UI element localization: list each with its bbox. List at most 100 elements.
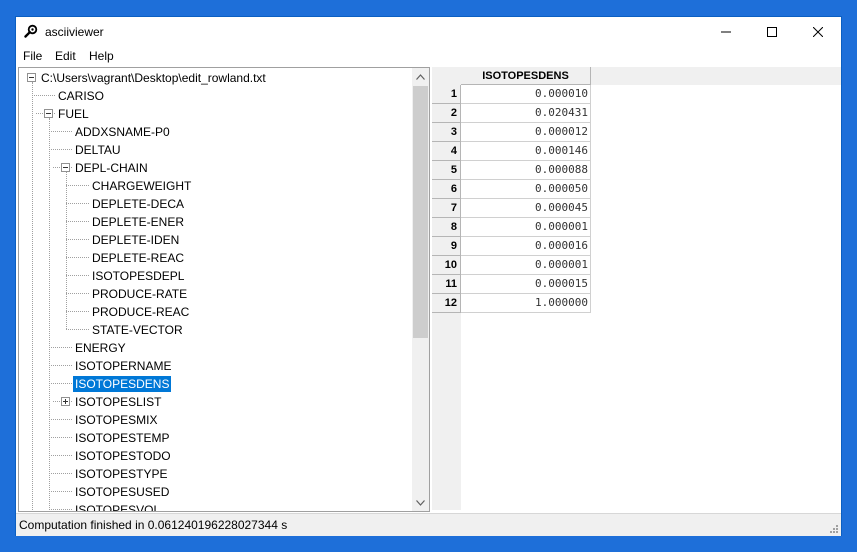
grid-cell[interactable]: 0.000146 (461, 142, 591, 161)
resize-grip-icon[interactable] (829, 524, 839, 534)
scroll-down-icon[interactable] (412, 494, 429, 511)
row-header[interactable]: 7 (432, 199, 461, 218)
grid-cell[interactable]: 0.000016 (461, 237, 591, 256)
tree-scrollbar[interactable] (412, 68, 429, 511)
tree-item-label: ISOTOPESDEPL (92, 269, 185, 283)
title-bar[interactable]: asciiviewer (16, 17, 841, 46)
grid-corner[interactable] (432, 67, 461, 85)
row-header[interactable]: 3 (432, 123, 461, 142)
tree-line (49, 365, 72, 366)
row-header[interactable]: 9 (432, 237, 461, 256)
tree-item-label: DELTAU (75, 143, 121, 157)
close-icon (813, 26, 823, 37)
tree-item[interactable]: STATE-VECTOR (90, 321, 185, 339)
tree-item[interactable]: DEPLETE-ENER (90, 213, 186, 231)
tree-item[interactable]: DELTAU (73, 141, 123, 159)
row-header[interactable]: 1 (432, 85, 461, 104)
tree-line (66, 172, 67, 329)
tree-line (49, 491, 72, 492)
tree-line (66, 239, 89, 240)
tree-line (49, 118, 50, 511)
tree-item-label: ISOTOPESTYPE (75, 467, 168, 481)
tree-item-label: DEPLETE-REAC (92, 251, 185, 265)
status-bar: Computation finished in 0.06124019622802… (16, 513, 841, 536)
tree-item-selected[interactable]: ISOTOPESDENS (73, 375, 172, 393)
status-text: Computation finished in 0.06124019622802… (19, 518, 288, 532)
row-header[interactable]: 6 (432, 180, 461, 199)
tree-item-label: PRODUCE-REAC (92, 305, 190, 319)
grid-cell[interactable]: 0.000001 (461, 218, 591, 237)
menu-edit[interactable]: Edit (55, 49, 76, 63)
row-header[interactable]: 10 (432, 256, 461, 275)
column-header[interactable]: ISOTOPESDENS (461, 67, 591, 85)
tree-line (49, 383, 72, 384)
tree-line (49, 455, 72, 456)
tree-item[interactable]: CHARGEWEIGHT (90, 177, 193, 195)
tree-item-label: PRODUCE-RATE (92, 287, 188, 301)
tree-item[interactable]: DEPL-CHAIN (73, 159, 150, 177)
tree-root-label: C:\Users\vagrant\Desktop\edit_rowland.tx… (41, 71, 266, 85)
tree-item[interactable]: ISOTOPESTEMP (73, 429, 171, 447)
tree-line (66, 257, 89, 258)
grid-cell[interactable]: 0.020431 (461, 104, 591, 123)
tree-item[interactable]: ISOTOPESTYPE (73, 465, 169, 483)
row-header[interactable]: 8 (432, 218, 461, 237)
grid-cell[interactable]: 0.000010 (461, 85, 591, 104)
grid-cell[interactable]: 0.000001 (461, 256, 591, 275)
tree-item[interactable]: ISOTOPESTODO (73, 447, 173, 465)
tree-item[interactable]: ENERGY (73, 339, 128, 357)
collapse-icon[interactable] (61, 163, 70, 172)
tree-item[interactable]: ISOTOPESVOL (73, 501, 162, 512)
tree-item[interactable]: FUEL (56, 105, 91, 123)
row-header[interactable]: 2 (432, 104, 461, 123)
tree-item[interactable]: DEPLETE-REAC (90, 249, 186, 267)
tree-item[interactable]: ADDXSNAME-P0 (73, 123, 172, 141)
maximize-button[interactable] (749, 17, 795, 46)
tree-item[interactable]: ISOTOPESUSED (73, 483, 171, 501)
grid-cell[interactable]: 0.000045 (461, 199, 591, 218)
tree-item-label: ISOTOPESUSED (75, 485, 170, 499)
tree-line (66, 311, 89, 312)
tree-item-label: ISOTOPESVOL (75, 503, 161, 512)
tree-item-label: CARISO (58, 89, 105, 103)
tree-item[interactable]: DEPLETE-DECA (90, 195, 186, 213)
tree-view[interactable]: C:\Users\vagrant\Desktop\edit_rowland.tx… (18, 67, 430, 512)
tree-item[interactable]: ISOTOPERNAME (73, 357, 173, 375)
grid-cell[interactable]: 0.000088 (461, 161, 591, 180)
grid-cell[interactable]: 0.000015 (461, 275, 591, 294)
grid-cell[interactable]: 1.000000 (461, 294, 591, 313)
grid-cell[interactable]: 0.000012 (461, 123, 591, 142)
collapse-icon[interactable] (27, 73, 36, 82)
tree-item[interactable]: ISOTOPESDEPL (90, 267, 186, 285)
row-header[interactable]: 5 (432, 161, 461, 180)
expand-icon[interactable] (61, 397, 70, 406)
tree-item-label: DEPLETE-IDEN (92, 233, 180, 247)
tree-item[interactable]: PRODUCE-RATE (90, 285, 189, 303)
tree-line (66, 185, 89, 186)
row-header[interactable]: 4 (432, 142, 461, 161)
tree-item[interactable]: DEPLETE-IDEN (90, 231, 181, 249)
close-button[interactable] (795, 17, 841, 46)
tree-line (66, 293, 89, 294)
scroll-up-icon[interactable] (412, 68, 429, 85)
tree-line (66, 203, 89, 204)
tree-item-label: ADDXSNAME-P0 (75, 125, 170, 139)
data-grid[interactable]: ISOTOPESDENS 1 0.000010 2 0.020431 3 0.0… (432, 67, 841, 510)
menu-help[interactable]: Help (89, 49, 114, 63)
minimize-button[interactable] (703, 17, 749, 46)
tree-item[interactable]: ISOTOPESLIST (73, 393, 163, 411)
tree-line (49, 509, 72, 510)
tree-item[interactable]: CARISO (56, 87, 106, 105)
tree-root[interactable]: C:\Users\vagrant\Desktop\edit_rowland.tx… (39, 69, 268, 87)
row-header[interactable]: 12 (432, 294, 461, 313)
tree-item[interactable]: ISOTOPESMIX (73, 411, 159, 429)
collapse-icon[interactable] (44, 109, 53, 118)
menu-file[interactable]: File (23, 49, 42, 63)
tree-item-label: DEPLETE-ENER (92, 215, 185, 229)
tree-item[interactable]: PRODUCE-REAC (90, 303, 191, 321)
scroll-thumb[interactable] (413, 86, 428, 338)
tree-item-label: ISOTOPERNAME (75, 359, 172, 373)
row-header[interactable]: 11 (432, 275, 461, 294)
maximize-icon (767, 26, 777, 37)
grid-cell[interactable]: 0.000050 (461, 180, 591, 199)
